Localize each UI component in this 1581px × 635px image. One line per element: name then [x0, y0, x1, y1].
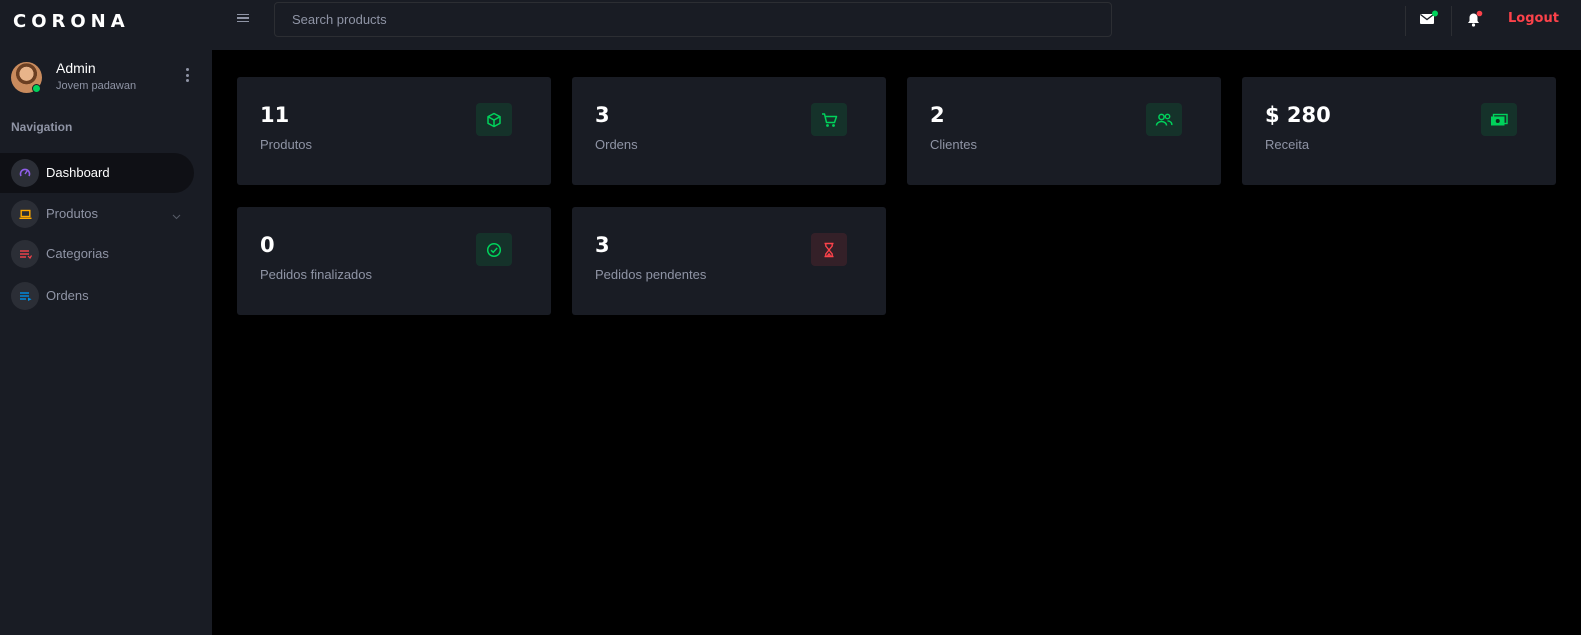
stat-label: Clientes [930, 137, 977, 152]
user-profile: Admin Jovem padawan [11, 60, 201, 96]
top-navbar: Logout [212, 0, 1581, 50]
stat-value: 3 [595, 233, 610, 257]
stat-card-pedidos-finalizados[interactable]: 0 Pedidos finalizados [237, 207, 551, 315]
sidebar-item-ordens[interactable]: Ordens [0, 276, 194, 316]
hamburger-menu-icon[interactable] [237, 12, 249, 24]
online-status-dot [32, 84, 41, 93]
brand-logo[interactable]: CORONA [13, 11, 130, 32]
sidebar-item-label: Dashboard [46, 165, 110, 180]
stat-label: Pedidos pendentes [595, 267, 707, 282]
sidebar-item-dashboard[interactable]: Dashboard [0, 153, 194, 193]
speedometer-icon [11, 159, 39, 187]
stat-value: 3 [595, 103, 610, 127]
stat-label: Pedidos finalizados [260, 267, 373, 282]
nav-section-title: Navigation [11, 120, 73, 134]
navbar-divider [1451, 6, 1452, 36]
laptop-icon [11, 200, 39, 228]
app: CORONA Admin Jovem padawan Navigation Da… [0, 0, 1581, 635]
cart-icon [811, 103, 847, 136]
profile-name: Admin [56, 60, 96, 76]
stat-label: Produtos [260, 137, 313, 152]
stat-card-produtos[interactable]: 11 Produtos [237, 77, 551, 185]
sidebar: CORONA Admin Jovem padawan Navigation Da… [0, 0, 212, 635]
kebab-menu-icon[interactable] [181, 66, 193, 84]
chevron-down-icon[interactable] [172, 207, 181, 225]
mail-icon[interactable] [1419, 10, 1439, 28]
cash-icon [1481, 103, 1517, 136]
hourglass-icon [811, 233, 847, 266]
logout-link[interactable]: Logout [1508, 11, 1559, 26]
navbar-divider [1405, 6, 1406, 36]
cube-icon [476, 103, 512, 136]
profile-role: Jovem padawan [56, 80, 137, 92]
sidebar-item-label: Ordens [46, 288, 89, 303]
search-input[interactable] [274, 2, 1112, 37]
stat-label: Ordens [595, 137, 638, 152]
stat-card-clientes[interactable]: 2 Clientes [907, 77, 1221, 185]
playlist-icon [11, 240, 39, 268]
sidebar-item-label: Produtos [46, 206, 99, 221]
stat-value: $ 280 [1265, 103, 1331, 127]
users-icon [1146, 103, 1182, 136]
stat-card-ordens[interactable]: 3 Ordens [572, 77, 886, 185]
stat-card-pedidos-pendentes[interactable]: 3 Pedidos pendentes [572, 207, 886, 315]
stat-card-receita[interactable]: $ 280 Receita [1242, 77, 1556, 185]
stat-value: 11 [260, 103, 290, 127]
sidebar-item-label: Categorias [46, 246, 109, 261]
sidebar-item-produtos[interactable]: Produtos [0, 194, 194, 234]
sidebar-item-categorias[interactable]: Categorias [0, 234, 194, 274]
stat-value: 0 [260, 233, 275, 257]
list-icon [11, 282, 39, 310]
bell-icon[interactable] [1465, 10, 1485, 28]
stat-value: 2 [930, 103, 945, 127]
check-circle-icon [476, 233, 512, 266]
stat-label: Receita [1265, 137, 1310, 152]
